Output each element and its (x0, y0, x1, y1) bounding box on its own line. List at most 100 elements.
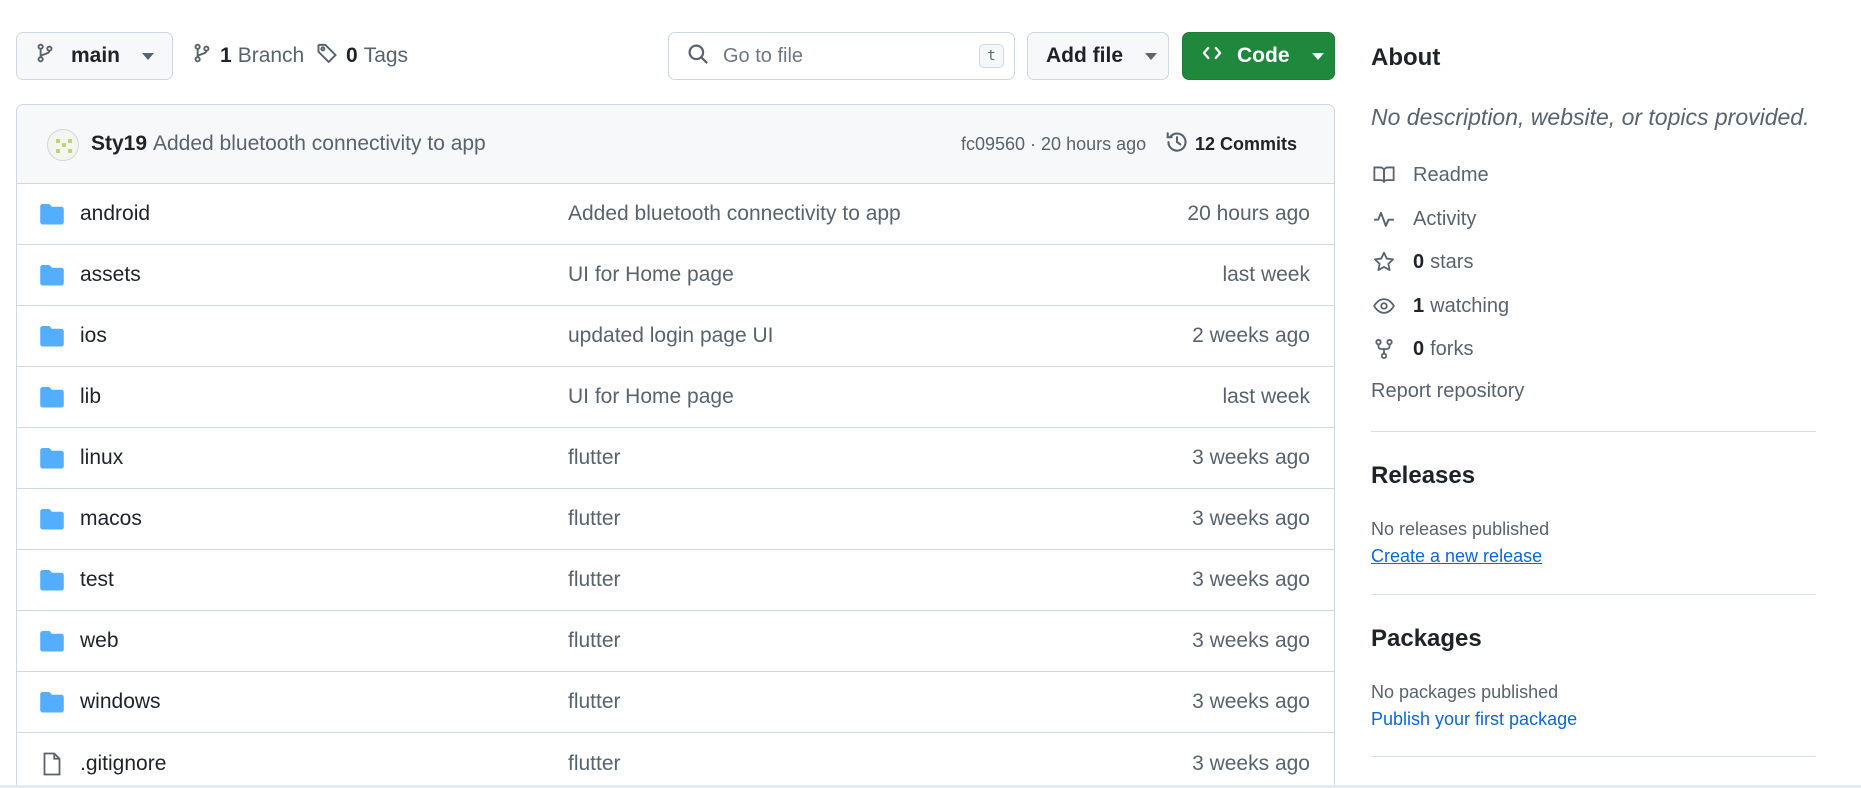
divider (1371, 756, 1816, 757)
file-name-link[interactable]: assets (80, 263, 141, 287)
file-icon (39, 752, 65, 781)
commit-author-link[interactable]: Sty19 (91, 132, 147, 156)
file-name-link[interactable]: lib (80, 385, 101, 409)
file-commit-message-link[interactable]: flutter (568, 752, 621, 776)
add-file-label: Add file (1046, 44, 1123, 67)
stars-label: stars (1430, 250, 1474, 273)
chevron-down-icon (142, 52, 155, 60)
branches-link[interactable]: 1 Branch (192, 32, 304, 80)
commit-hash-time[interactable]: fc09560 · 20 hours ago (961, 134, 1146, 155)
file-commit-message-link[interactable]: updated login page UI (568, 324, 774, 348)
book-icon (1371, 164, 1397, 186)
releases-heading[interactable]: Releases (1371, 462, 1475, 490)
file-browser: Sty19 Added bluetooth connectivity to ap… (16, 104, 1335, 788)
file-commit-time: 3 weeks ago (1192, 507, 1310, 530)
readme-label: Readme (1413, 163, 1489, 186)
file-commit-message-link[interactable]: flutter (568, 568, 621, 592)
avatar[interactable] (47, 129, 79, 161)
readme-link[interactable]: Readme (1371, 160, 1489, 190)
tags-label: Tags (363, 44, 409, 67)
git-branch-icon (35, 42, 55, 70)
repo-sidebar: About No description, website, or topics… (1371, 0, 1816, 788)
file-row[interactable]: android Added bluetooth connectivity to a… (17, 184, 1334, 245)
search-icon (687, 43, 709, 70)
file-row[interactable]: ios updated login page UI 2 weeks ago (17, 306, 1334, 367)
file-name-link[interactable]: .gitignore (80, 752, 166, 776)
file-name-link[interactable]: android (80, 202, 150, 226)
tags-link[interactable]: 0 Tags (316, 32, 408, 80)
file-name-link[interactable]: linux (80, 446, 123, 470)
folder-icon (39, 264, 65, 291)
activity-link[interactable]: Activity (1371, 204, 1476, 234)
file-commit-time: last week (1222, 385, 1310, 408)
code-button[interactable]: Code (1182, 32, 1335, 80)
branch-selector-button[interactable]: main (16, 32, 173, 80)
folder-icon (39, 203, 65, 230)
publish-package-link[interactable]: Publish your first package (1371, 709, 1577, 730)
file-commit-time: 3 weeks ago (1192, 629, 1310, 652)
watching-link[interactable]: 1 watching (1371, 291, 1509, 321)
add-file-button[interactable]: Add file (1027, 32, 1169, 80)
packages-status: No packages published (1371, 682, 1559, 702)
file-commit-message-link[interactable]: flutter (568, 507, 621, 531)
report-repository-link[interactable]: Report repository (1371, 380, 1524, 403)
folder-icon (39, 691, 65, 718)
code-icon (1201, 43, 1223, 69)
file-commit-message-link[interactable]: UI for Home page (568, 263, 734, 287)
file-row[interactable]: web flutter 3 weeks ago (17, 611, 1334, 672)
divider (1371, 431, 1816, 432)
file-row[interactable]: lib UI for Home page last week (17, 367, 1334, 428)
file-name-link[interactable]: test (80, 568, 114, 592)
watching-label: watching (1430, 294, 1510, 317)
star-icon (1371, 251, 1397, 273)
file-commit-time: last week (1222, 263, 1310, 286)
activity-label: Activity (1413, 207, 1477, 230)
create-release-link[interactable]: Create a new release (1371, 546, 1542, 567)
file-name-link[interactable]: ios (80, 324, 107, 348)
forks-link[interactable]: 0 forks (1371, 334, 1473, 364)
file-commit-time: 3 weeks ago (1192, 751, 1310, 775)
file-commit-message-link[interactable]: flutter (568, 690, 621, 714)
file-name-link[interactable]: web (80, 629, 119, 653)
chevron-down-icon (1145, 52, 1157, 60)
file-commit-message-link[interactable]: flutter (568, 629, 621, 653)
branches-count: 1 (220, 44, 232, 67)
tags-count: 0 (346, 44, 358, 67)
forks-label: forks (1430, 337, 1474, 360)
file-commit-message-link[interactable]: UI for Home page (568, 385, 734, 409)
folder-icon (39, 569, 65, 596)
file-row[interactable]: .gitignore flutter 3 weeks ago (17, 733, 1334, 788)
repo-toolbar: main 1 Branch 0 Tags Go to file t Add fi… (16, 32, 1335, 80)
folder-icon (39, 630, 65, 657)
stars-link[interactable]: 0 stars (1371, 247, 1473, 277)
file-name-link[interactable]: macos (80, 507, 142, 531)
git-branch-icon (192, 42, 212, 70)
keyboard-shortcut-hint: t (979, 44, 1004, 68)
folder-icon (39, 447, 65, 474)
file-commit-message-link[interactable]: flutter (568, 446, 621, 470)
file-list: android Added bluetooth connectivity to a… (17, 184, 1334, 788)
history-icon (1165, 130, 1195, 159)
go-to-file-search[interactable]: Go to file t (668, 32, 1015, 80)
file-row[interactable]: linux flutter 3 weeks ago (17, 428, 1334, 489)
search-input[interactable]: Go to file (723, 45, 979, 68)
chevron-down-icon (1311, 52, 1324, 60)
packages-heading[interactable]: Packages (1371, 625, 1482, 653)
file-row[interactable]: windows flutter 3 weeks ago (17, 672, 1334, 733)
file-row[interactable]: test flutter 3 weeks ago (17, 550, 1334, 611)
about-description: No description, website, or topics provi… (1371, 104, 1810, 130)
commits-history-link[interactable]: 12 Commits (1165, 130, 1297, 159)
fork-icon (1371, 338, 1397, 360)
commits-count-label: 12 Commits (1195, 133, 1298, 154)
commit-message-link[interactable]: Added bluetooth connectivity to app (153, 132, 486, 156)
pulse-icon (1371, 208, 1397, 230)
file-commit-time: 20 hours ago (1187, 202, 1310, 225)
file-commit-message-link[interactable]: Added bluetooth connectivity to app (568, 202, 901, 226)
file-commit-time: 3 weeks ago (1192, 446, 1310, 469)
file-row[interactable]: macos flutter 3 weeks ago (17, 489, 1334, 550)
file-commit-time: 2 weeks ago (1192, 324, 1310, 347)
folder-icon (39, 508, 65, 535)
folder-icon (39, 325, 65, 352)
file-row[interactable]: assets UI for Home page last week (17, 245, 1334, 306)
file-name-link[interactable]: windows (80, 690, 161, 714)
